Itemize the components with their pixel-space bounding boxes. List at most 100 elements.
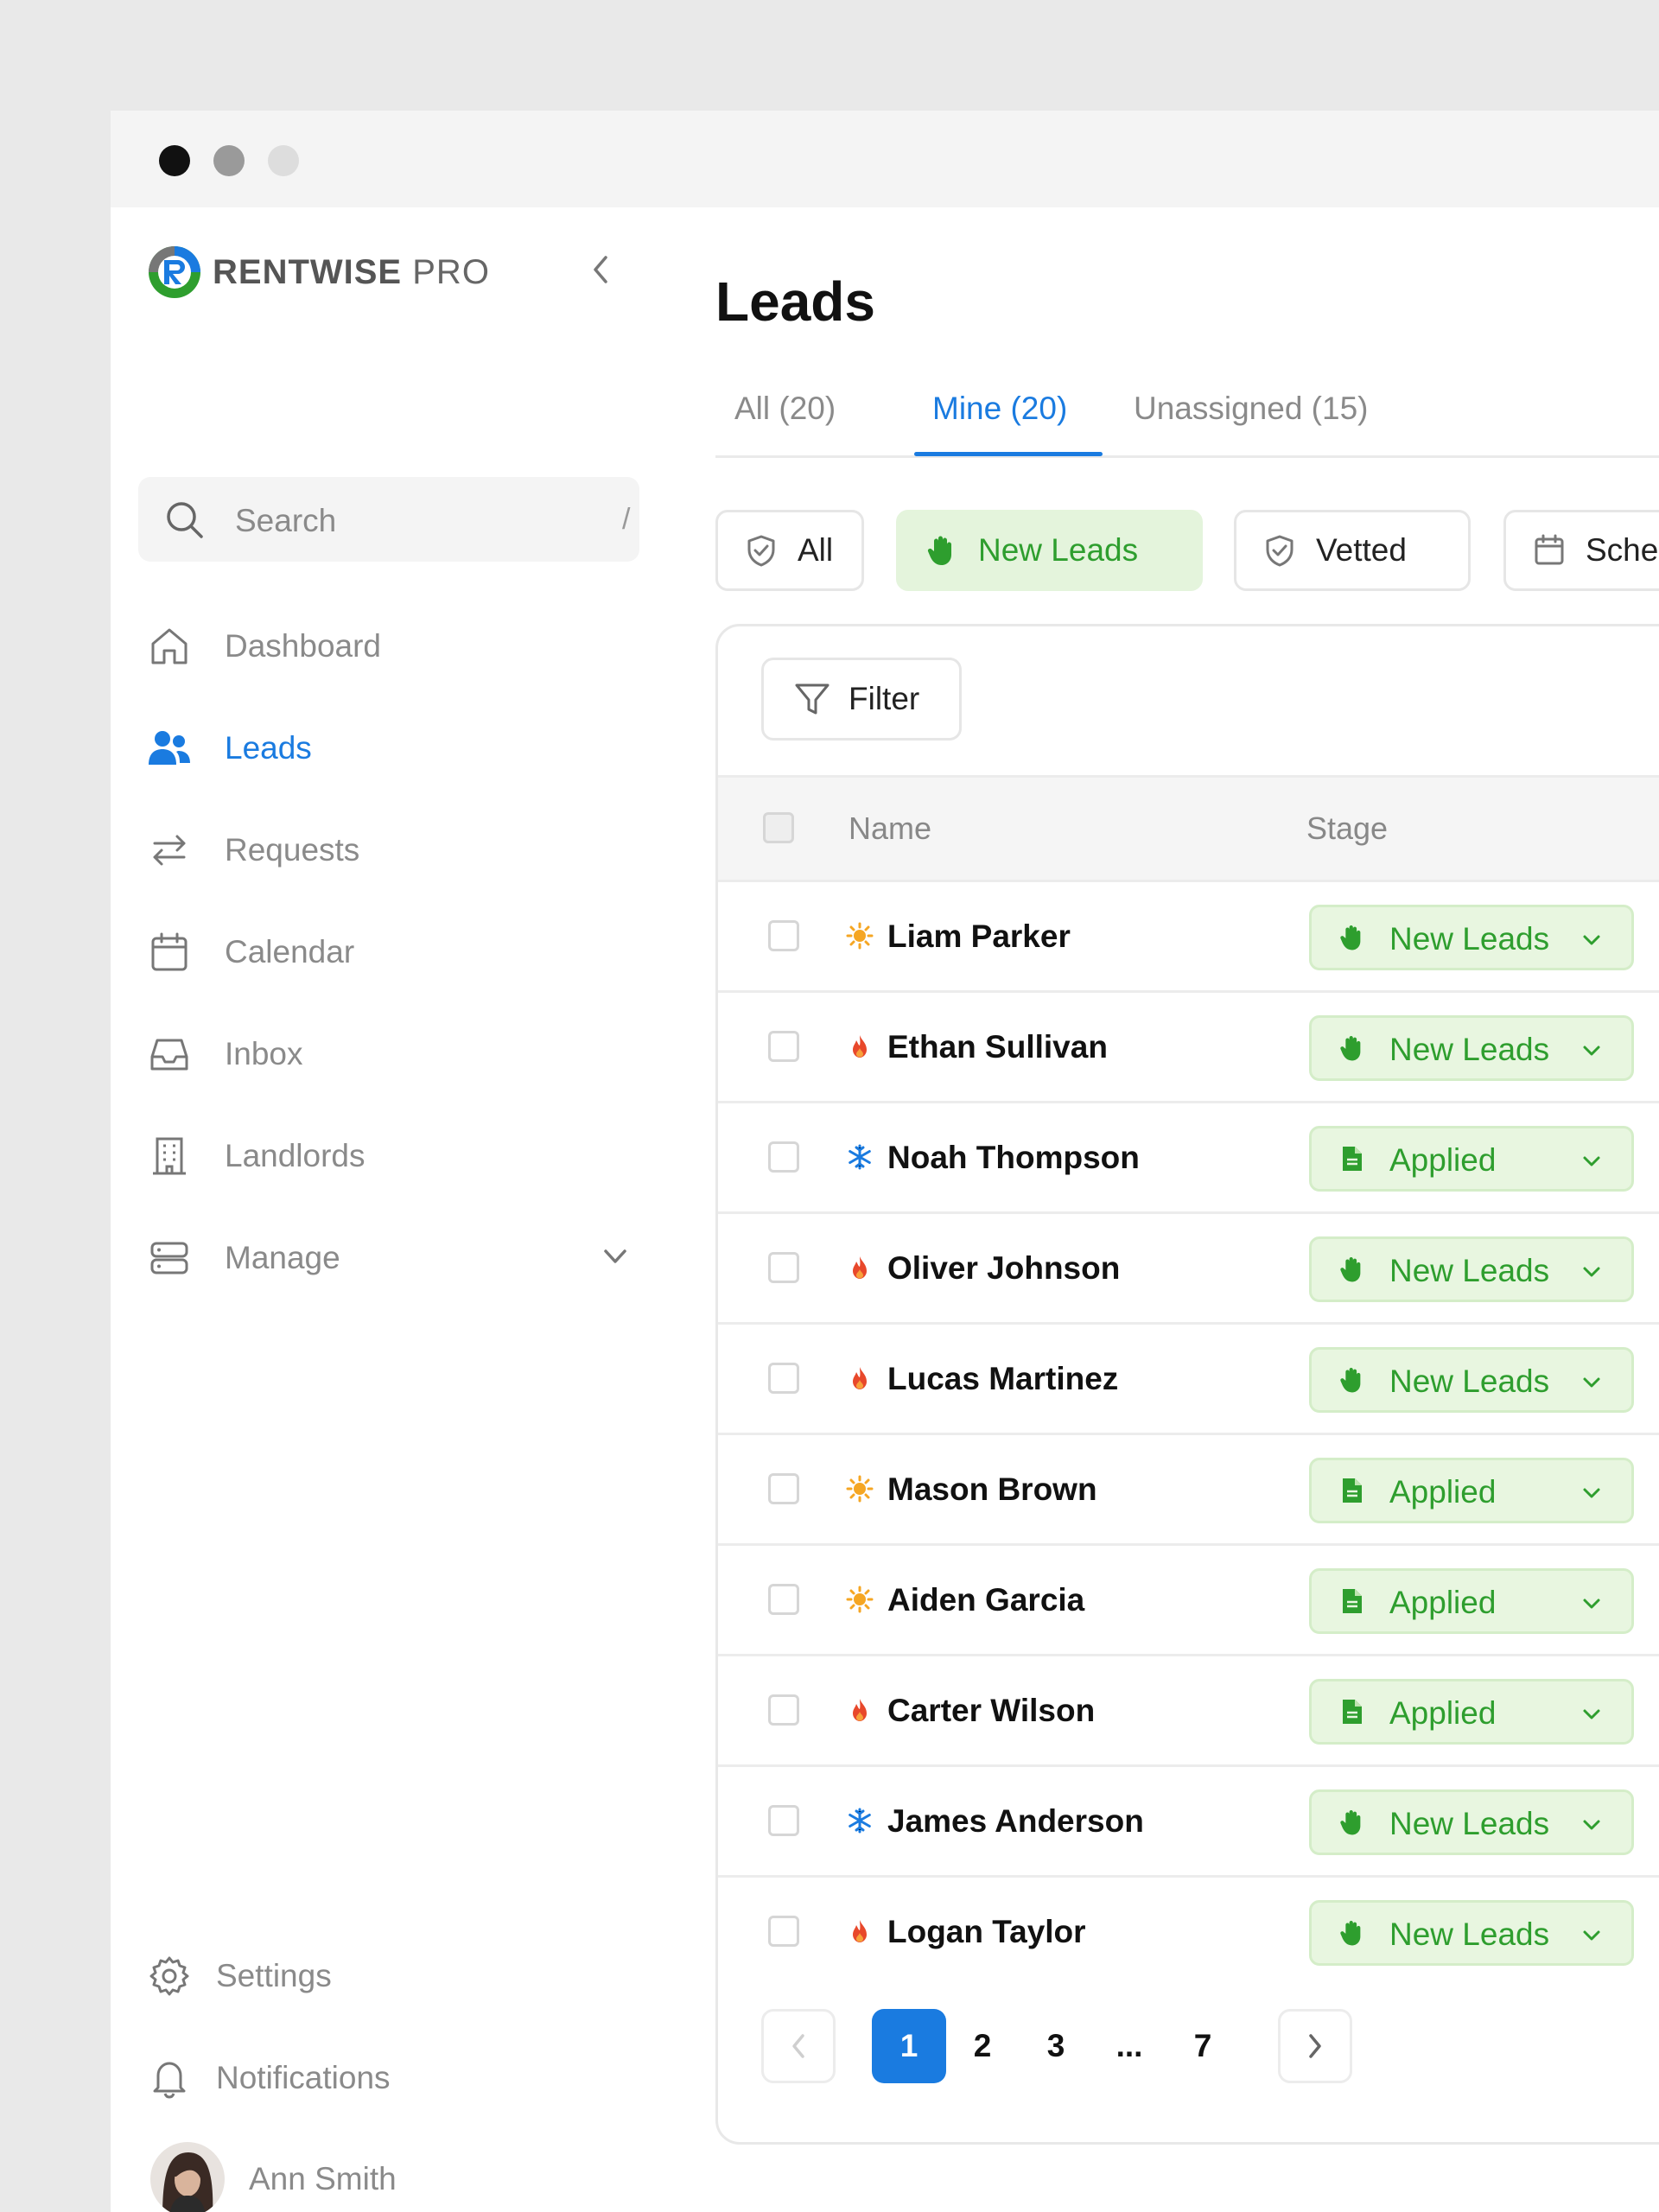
chevron-down-icon [1580,1481,1604,1510]
lead-name[interactable]: Oliver Johnson [887,1250,1120,1287]
maximize-window-dot[interactable] [268,145,299,176]
table-row[interactable]: Logan Taylor New Leads [718,1878,1659,1988]
page-1-button[interactable]: 1 [872,2009,946,2083]
search-box[interactable]: Search / [138,477,639,562]
next-page-button[interactable] [1278,2009,1352,2083]
table-row[interactable]: James Anderson New Leads [718,1767,1659,1878]
shield-check-icon [1266,535,1294,567]
stage-dropdown[interactable]: New Leads [1309,1900,1634,1966]
page-7-button[interactable]: 7 [1166,2009,1240,2083]
snowflake-icon [844,1141,875,1173]
sidebar-item-leads[interactable]: Leads [147,714,631,783]
column-header-stage[interactable]: Stage [1306,810,1388,847]
lead-name[interactable]: Aiden Garcia [887,1582,1084,1618]
stage-dropdown[interactable]: New Leads [1309,1236,1634,1302]
stage-dropdown[interactable]: Applied [1309,1126,1634,1192]
sidebar-item-notifications[interactable]: Notifications [147,2044,631,2113]
filter-button[interactable]: Filter [761,658,962,741]
table-row[interactable]: Aiden Garcia Applied [718,1546,1659,1656]
chevron-down-icon [1580,928,1604,957]
search-icon [167,502,203,538]
table-row[interactable]: Liam Parker New Leads [718,882,1659,993]
lead-name[interactable]: Noah Thompson [887,1140,1140,1176]
lead-name[interactable]: Liam Parker [887,918,1071,955]
row-checkbox[interactable] [768,1584,799,1615]
chip-all[interactable]: All [715,510,864,591]
chevron-down-icon [1580,1149,1604,1178]
stage-dropdown[interactable]: Applied [1309,1568,1634,1634]
table-row[interactable]: Lucas Martinez New Leads [718,1325,1659,1435]
sidebar-item-calendar[interactable]: Calendar [147,918,631,987]
sidebar-item-manage[interactable]: Manage [147,1224,631,1293]
close-window-dot[interactable] [159,145,190,176]
stage-label: New Leads [1389,1253,1550,1288]
sidebar-item-requests[interactable]: Requests [147,816,631,885]
row-checkbox[interactable] [768,1805,799,1836]
table-row[interactable]: Noah Thompson Applied [718,1103,1659,1214]
stage-label: Applied [1389,1585,1497,1620]
lead-name[interactable]: Logan Taylor [887,1914,1086,1950]
chip-vetted[interactable]: Vetted [1234,510,1471,591]
sidebar-item-inbox[interactable]: Inbox [147,1020,631,1089]
prev-page-button[interactable] [761,2009,836,2083]
sidebar-item-label: Landlords [225,1138,365,1173]
hand-wave-icon [1338,1033,1367,1067]
stage-dropdown[interactable]: New Leads [1309,1015,1634,1081]
brand-logo[interactable]: RENTWISE PRO [147,244,490,301]
lead-name[interactable]: James Anderson [887,1803,1144,1840]
column-header-name[interactable]: Name [849,810,931,847]
row-checkbox[interactable] [768,1363,799,1394]
collapse-sidebar-button[interactable] [582,252,617,287]
sidebar-item-landlords[interactable]: Landlords [147,1122,631,1191]
table-row[interactable]: Ethan Sullivan New Leads [718,993,1659,1103]
table-row[interactable]: Oliver Johnson New Leads [718,1214,1659,1325]
page-3-button[interactable]: 3 [1019,2009,1093,2083]
fire-icon [844,1252,875,1283]
lead-name[interactable]: Carter Wilson [887,1693,1095,1729]
row-checkbox[interactable] [768,1141,799,1173]
rentwise-logo-icon [149,246,200,298]
stage-label: Applied [1389,1142,1497,1178]
stage-dropdown[interactable]: New Leads [1309,1789,1634,1855]
lead-name[interactable]: Ethan Sullivan [887,1029,1108,1065]
lead-name[interactable]: Mason Brown [887,1471,1097,1508]
search-input[interactable]: Search [235,503,336,539]
stage-dropdown[interactable]: Applied [1309,1458,1634,1523]
tab-all[interactable]: All (20) [734,391,836,427]
row-checkbox[interactable] [768,1473,799,1504]
notifications-label: Notifications [216,2060,391,2095]
fire-icon [844,1694,875,1726]
row-checkbox[interactable] [768,1694,799,1726]
user-profile[interactable]: Ann Smith [150,2140,634,2212]
chip-new-leads[interactable]: New Leads [896,510,1203,591]
row-checkbox[interactable] [768,1916,799,1947]
chip-scheduled[interactable]: Sche [1503,510,1659,591]
table-row[interactable]: Mason Brown Applied [718,1435,1659,1546]
stage-label: New Leads [1389,1032,1550,1067]
page-2-button[interactable]: 2 [945,2009,1020,2083]
building-icon [147,1134,192,1179]
stage-dropdown[interactable]: New Leads [1309,905,1634,970]
sidebar-item-dashboard[interactable]: Dashboard [147,612,631,681]
row-checkbox[interactable] [768,1031,799,1062]
calendar-icon [147,930,192,975]
stage-dropdown[interactable]: Applied [1309,1679,1634,1745]
row-checkbox[interactable] [768,920,799,951]
lead-name[interactable]: Lucas Martinez [887,1361,1118,1397]
fire-icon [844,1363,875,1394]
document-icon [1338,1476,1367,1510]
row-checkbox[interactable] [768,1252,799,1283]
minimize-window-dot[interactable] [213,145,245,176]
snowflake-icon [844,1805,875,1836]
sidebar-item-settings[interactable]: Settings [147,1942,631,2011]
table-row[interactable]: Carter Wilson Applied [718,1656,1659,1767]
tab-mine[interactable]: Mine (20) [932,391,1067,427]
hand-wave-icon [1338,923,1367,957]
inbox-icon [147,1032,192,1077]
chevron-down-icon[interactable] [600,1241,631,1276]
select-all-checkbox[interactable] [763,812,794,843]
stage-dropdown[interactable]: New Leads [1309,1347,1634,1413]
tab-unassigned[interactable]: Unassigned (15) [1134,391,1368,427]
pagination: 1 2 3 ... 7 [761,2009,1625,2087]
sidebar: RENTWISE PRO Search / Dashboard Leads Re… [111,207,664,2212]
